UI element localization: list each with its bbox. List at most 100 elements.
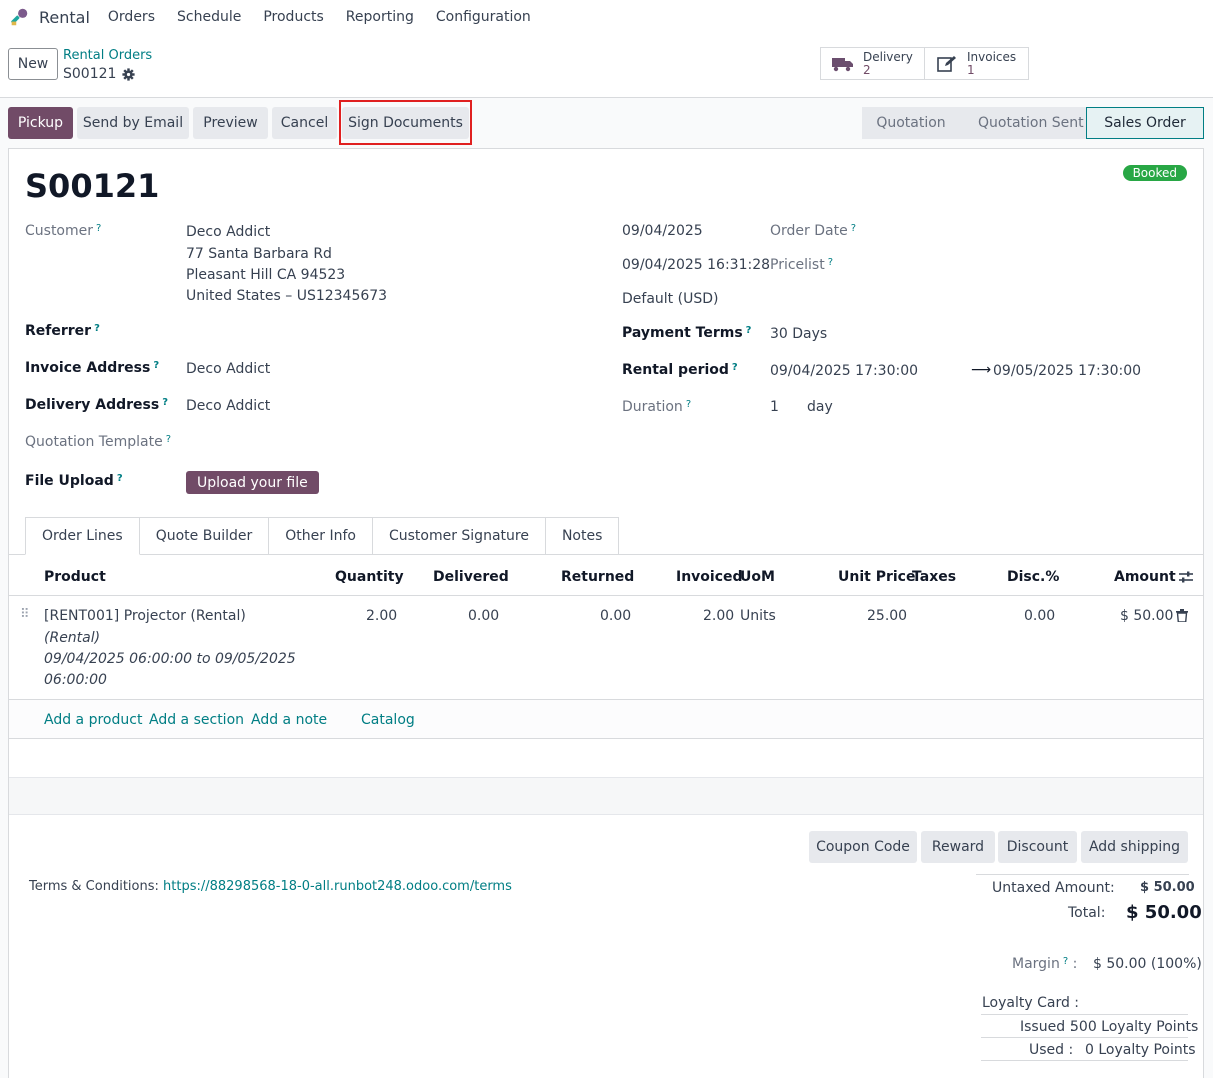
drag-handle-icon[interactable]: ⠿ [20, 607, 30, 622]
form-sheet: S00121 Booked Customer? Deco Addict 77 S… [8, 148, 1204, 1078]
terms-link[interactable]: https://88298568-18-0-all.runbot248.odoo… [163, 879, 512, 894]
col-returned[interactable]: Returned [561, 569, 634, 585]
terms-label: Terms & Conditions: [29, 879, 159, 894]
empty-row [9, 777, 1203, 815]
untaxed-value: $ 50.00 [1140, 880, 1195, 895]
cell-invoiced: 2.00 [703, 608, 735, 624]
col-amount[interactable]: Amount [1114, 569, 1176, 585]
tab-notes[interactable]: Notes [545, 517, 620, 555]
payment-terms-label: Payment Terms? [622, 325, 752, 341]
rental-start-field[interactable]: 09/04/2025 17:30:00 [770, 363, 918, 379]
col-product[interactable]: Product [44, 569, 106, 585]
duration-unit: day [807, 399, 833, 415]
cell-returned: 0.00 [600, 608, 632, 624]
add-shipping-button[interactable]: Add shipping [1081, 831, 1188, 863]
col-delivered[interactable]: Delivered [433, 569, 509, 585]
pickup-button[interactable]: Pickup [8, 107, 73, 139]
used-label: Used : [1029, 1042, 1074, 1058]
gear-icon[interactable] [122, 67, 136, 81]
referrer-label: Referrer? [25, 323, 100, 339]
delivery-address-field[interactable]: Deco Addict [186, 398, 270, 414]
customer-address-line2: Pleasant Hill CA 94523 [186, 267, 346, 283]
stage-quotation-sent[interactable]: Quotation Sent [960, 107, 1086, 139]
pricelist-field[interactable]: Default (USD) [622, 291, 718, 307]
catalog-button[interactable]: Catalog [361, 712, 415, 728]
menu-orders[interactable]: Orders [108, 9, 155, 25]
upload-file-button[interactable]: Upload your file [186, 471, 319, 494]
loyalty-divider-1 [981, 1014, 1188, 1015]
status-badge: Booked [1122, 165, 1187, 181]
preview-button[interactable]: Preview [193, 107, 268, 139]
trash-icon[interactable] [1176, 609, 1188, 622]
cell-unit-price[interactable]: 25.00 [867, 608, 907, 624]
menu-schedule[interactable]: Schedule [177, 9, 241, 25]
send-by-email-button[interactable]: Send by Email [77, 107, 189, 139]
discount-button[interactable]: Discount [998, 831, 1077, 863]
add-note-link[interactable]: Add a note [251, 712, 327, 728]
loyalty-divider-2 [981, 1037, 1188, 1038]
form-tabs: Order Lines Quote Builder Other Info Cus… [25, 517, 620, 555]
order-date-value[interactable]: 09/04/2025 [622, 223, 703, 239]
quotation-template-label: Quotation Template? [25, 434, 171, 450]
payment-terms-field[interactable]: 30 Days [770, 326, 827, 342]
pricelist-label: Pricelist? [770, 257, 834, 273]
col-uom[interactable]: UoM [740, 569, 775, 585]
totals-top-divider [976, 874, 1189, 875]
tab-quote-builder[interactable]: Quote Builder [139, 517, 270, 555]
cancel-button[interactable]: Cancel [272, 107, 337, 139]
tab-customer-signature[interactable]: Customer Signature [372, 517, 546, 555]
menu-configuration[interactable]: Configuration [436, 9, 531, 25]
product-link[interactable]: [RENT001] Projector (Rental) [44, 608, 246, 624]
col-disc[interactable]: Disc.% [1007, 569, 1059, 585]
rental-key-icon [11, 8, 28, 26]
cell-uom[interactable]: Units [740, 608, 776, 624]
header-divider [9, 595, 1203, 596]
add-section-link[interactable]: Add a section [149, 712, 244, 728]
customer-label: Customer? [25, 223, 102, 239]
add-product-link[interactable]: Add a product [44, 712, 142, 728]
col-taxes[interactable]: Taxes [912, 569, 956, 585]
cell-disc[interactable]: 0.00 [1024, 608, 1055, 624]
app-brand[interactable]: Rental [8, 6, 108, 28]
reward-button[interactable]: Reward [921, 831, 995, 863]
col-quantity[interactable]: Quantity [335, 569, 404, 585]
menu-reporting[interactable]: Reporting [346, 9, 414, 25]
stage-sales-order-label: Sales Order [1104, 115, 1186, 131]
cell-quantity[interactable]: 2.00 [366, 608, 397, 624]
delivery-count: 2 [863, 62, 871, 77]
stage-quotation-label: Quotation [876, 115, 946, 131]
rental-end-field[interactable]: 09/05/2025 17:30:00 [993, 363, 1141, 379]
stage-sales-order[interactable]: Sales Order [1086, 107, 1204, 139]
tab-other-info[interactable]: Other Info [269, 517, 373, 555]
customer-link[interactable]: Deco Addict [186, 224, 270, 240]
breadcrumb-parent[interactable]: Rental Orders [63, 48, 152, 63]
order-title: S00121 [25, 167, 160, 205]
delivery-label: Delivery [863, 49, 913, 64]
cell-delivered: 0.00 [468, 608, 500, 624]
truck-icon [831, 52, 855, 76]
stage-quotation-sent-label: Quotation Sent [978, 115, 1084, 131]
terms-conditions: Terms & Conditions: https://88298568-18-… [29, 879, 512, 894]
breadcrumb-current-label: S00121 [63, 66, 117, 82]
app-name: Rental [39, 7, 90, 27]
invoice-address-label: Invoice Address? [25, 360, 160, 376]
customer-address-line1: 77 Santa Barbara Rd [186, 246, 332, 262]
invoices-smart-button[interactable]: Invoices 1 [924, 47, 1029, 80]
delivery-smart-button[interactable]: Delivery 2 [820, 47, 925, 80]
stage-quotation[interactable]: Quotation [862, 107, 960, 139]
column-settings-icon[interactable] [1178, 569, 1194, 585]
tab-order-lines[interactable]: Order Lines [25, 517, 140, 555]
col-invoiced[interactable]: Invoiced [676, 569, 743, 585]
product-description-3: 06:00:00 [44, 672, 107, 688]
sign-documents-highlight [339, 100, 472, 145]
new-button[interactable]: New [8, 48, 58, 80]
invoice-address-field[interactable]: Deco Addict [186, 361, 270, 377]
duration-value[interactable]: 1 [770, 399, 779, 415]
coupon-code-button[interactable]: Coupon Code [809, 831, 917, 863]
issued-label: Issued : [1020, 1019, 1075, 1035]
menu-products[interactable]: Products [263, 9, 323, 25]
loyalty-divider-3 [981, 1060, 1188, 1061]
product-description-2: 09/04/2025 06:00:00 to 09/05/2025 [44, 651, 296, 667]
order-date-label: Order Date? [770, 223, 857, 239]
col-unit-price[interactable]: Unit Price [838, 569, 915, 585]
